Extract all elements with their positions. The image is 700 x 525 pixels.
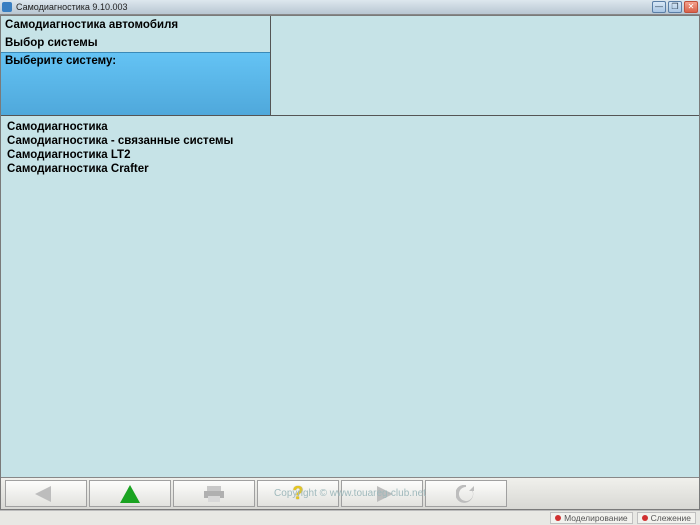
arrow-left-icon [35,486,57,502]
app-frame: Самодиагностика автомобиля Выбор системы… [0,15,700,510]
status-dot-icon [642,515,648,521]
status-bar: Моделирование Слежение [0,510,700,525]
status-label: Слежение [651,513,691,523]
status-label: Моделирование [564,513,628,523]
maximize-button[interactable]: ❐ [668,1,682,13]
selection-panel: Самодиагностика автомобиля Выбор системы… [1,16,271,115]
close-button[interactable]: ✕ [684,1,698,13]
list-item[interactable]: Самодиагностика - связанные системы [5,134,695,148]
forward-button[interactable] [341,480,423,507]
upper-panel: Самодиагностика автомобиля Выбор системы… [1,16,699,116]
status-dot-icon [555,515,561,521]
minimize-button[interactable]: — [652,1,666,13]
back-button[interactable] [5,480,87,507]
triangle-up-icon [120,485,140,503]
help-button[interactable]: ? [257,480,339,507]
status-modeling: Моделирование [550,512,633,524]
panel-heading-2: Выбор системы [1,34,270,52]
system-list: Самодиагностика Самодиагностика - связан… [1,116,699,477]
panel-heading-1: Самодиагностика автомобиля [1,16,270,34]
list-item[interactable]: Самодиагностика Crafter [5,162,695,176]
go-button[interactable] [89,480,171,507]
selection-prompt[interactable]: Выберите систему: [1,52,270,115]
window-titlebar: Самодиагностика 9.10.003 — ❐ ✕ [0,0,700,15]
list-item[interactable]: Самодиагностика LT2 [5,148,695,162]
info-panel [271,16,699,115]
window-title: Самодиагностика 9.10.003 [16,2,652,12]
arrow-right-icon [371,486,393,502]
print-button[interactable] [173,480,255,507]
window-controls: — ❐ ✕ [652,1,698,13]
bottom-toolbar: ? [1,477,699,509]
question-icon: ? [293,483,304,504]
print-icon [204,486,224,502]
status-tracking: Слежение [637,512,696,524]
refresh-icon [456,485,476,503]
list-item[interactable]: Самодиагностика [5,120,695,134]
app-icon [2,2,12,12]
refresh-button[interactable] [425,480,507,507]
